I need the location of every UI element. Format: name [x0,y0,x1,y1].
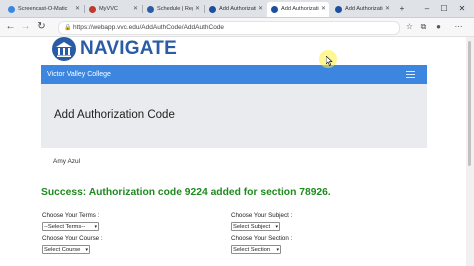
tab-label: Schedule | Regist [157,6,193,12]
page-title: Add Authorization Code [54,109,175,121]
scrollbar-thumb[interactable] [468,41,471,166]
section-label: Choose Your Section : [231,235,293,242]
reload-icon[interactable]: ↻ [36,21,47,33]
myvvc-favicon-icon [89,6,96,13]
course-label: Choose Your Course : [42,235,103,242]
forward-arrow-icon[interactable]: → [20,21,31,33]
section-select[interactable]: Select Section ▾ [231,245,281,254]
success-message: Success: Authorization code 9224 added f… [41,187,331,198]
maximize-icon[interactable]: ☐ [437,0,451,17]
term-select-value: --Select Terms-- [44,224,86,230]
minimize-icon[interactable]: – [420,0,434,17]
page-header-panel: Add Authorization Code [41,84,427,148]
section-select-value: Select Section [233,247,271,253]
subject-label: Choose Your Subject : [231,212,293,219]
navigate-logo-text[interactable]: NAVIGATE [80,37,177,61]
chevron-down-icon: ▾ [94,224,97,230]
chevron-down-icon: ▾ [85,247,88,253]
chevron-down-icon: ▾ [275,224,278,230]
tab-close-icon[interactable]: ✕ [385,2,390,17]
tab-close-icon[interactable]: ✕ [258,2,263,17]
browser-tab-active[interactable]: Add Authorization ✕ [267,2,329,17]
tab-close-icon[interactable]: ✕ [195,2,200,17]
navigate-favicon-icon [335,6,342,13]
tab-close-icon[interactable]: ✕ [133,2,138,17]
tab-label: Screencast-O-Matic [18,6,68,12]
tab-label: MyVVC [99,6,118,12]
browser-address-bar: ← → ↻ 🔒 https://webapp.vvc.edu/AddAuthCo… [0,18,474,37]
browser-tab[interactable]: Screencast-O-Matic ✕ [4,2,83,17]
screencast-favicon-icon [8,6,15,13]
course-select-value: Select Course [44,247,81,253]
mouse-pointer-icon [326,56,333,66]
browser-tab[interactable]: Schedule | Regist ✕ [143,2,203,17]
navigate-logo-icon[interactable] [52,37,76,61]
course-select[interactable]: Select Course ▾ [42,245,90,254]
tab-label: Add Authorization [281,6,319,12]
more-options-icon[interactable]: ⋯ [453,21,464,33]
schedule-favicon-icon [147,6,154,13]
browser-tab[interactable]: Add Authorization ✕ [331,2,393,17]
user-name: Amy Azul [53,158,81,165]
tab-label: Add Authorization [345,6,383,12]
favorite-star-icon[interactable]: ☆ [404,21,415,33]
browser-tab-bar: Screencast-O-Matic ✕ MyVVC ✕ Schedule | … [0,0,474,18]
term-label: Choose Your Terms : [42,212,100,219]
tab-close-icon[interactable]: ✕ [321,2,326,17]
site-nav-bar: Victor Valley College [41,65,427,84]
chevron-down-icon: ▾ [276,247,279,253]
browser-tab[interactable]: MyVVC ✕ [85,2,141,17]
new-tab-button[interactable]: + [395,0,409,17]
url-text: https://webapp.vvc.edu/AddAuthCode/AddAu… [73,24,225,31]
term-select[interactable]: --Select Terms-- ▾ [42,222,99,231]
tab-close-icon[interactable]: ✕ [75,2,80,17]
back-arrow-icon[interactable]: ← [5,21,16,33]
close-window-icon[interactable]: ✕ [455,0,469,17]
collections-icon[interactable]: ⧉ [418,21,429,33]
url-field[interactable]: 🔒 https://webapp.vvc.edu/AddAuthCode/Add… [58,21,400,35]
subject-select[interactable]: Select Subject ▾ [231,222,280,231]
browser-tab[interactable]: Add Authorization ✕ [205,2,266,17]
navigate-favicon-icon [209,6,216,13]
subject-select-value: Select Subject [233,224,271,230]
lock-icon: 🔒 [64,25,72,31]
hamburger-menu-icon[interactable] [406,71,415,78]
navigate-favicon-icon [271,6,278,13]
profile-icon[interactable]: ● [433,21,444,33]
tab-label: Add Authorization [219,6,256,12]
college-name[interactable]: Victor Valley College [47,65,111,84]
